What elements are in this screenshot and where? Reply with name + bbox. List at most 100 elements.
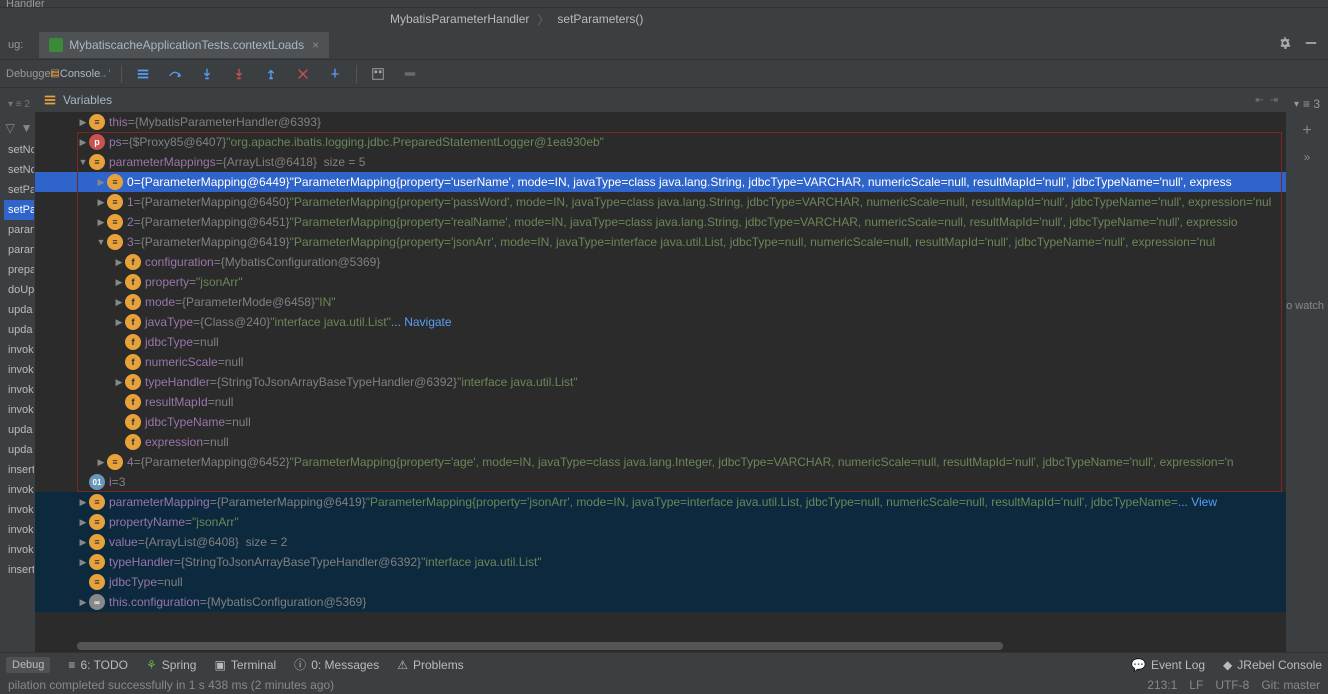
expand-icon[interactable]: ⇥ <box>1270 95 1278 106</box>
variables-tree[interactable]: ▶≡ this = {MybatisParameterHandler@6393}… <box>35 112 1286 652</box>
funnel-icon[interactable]: ▼ <box>21 121 33 135</box>
threads-icon[interactable] <box>132 63 154 85</box>
more-button[interactable]: » <box>1296 146 1318 168</box>
spring-tool-window[interactable]: ⚘Spring <box>146 658 196 672</box>
var-pm-0[interactable]: ▶≡ 0 = {ParameterMapping@6449} "Paramete… <box>35 172 1286 192</box>
status-message: pilation completed successfully in 1 s 4… <box>8 678 334 692</box>
object-icon: ≡ <box>107 234 123 250</box>
trace-icon[interactable] <box>399 63 421 85</box>
run-to-cursor-icon[interactable] <box>324 63 346 85</box>
frame-item[interactable]: upda <box>4 440 34 460</box>
messages-tool-window[interactable]: ⓘ0: Messages <box>294 656 379 673</box>
frame-item[interactable]: setNo <box>4 140 34 160</box>
status-line-sep[interactable]: LF <box>1189 678 1203 692</box>
frame-item[interactable]: invok <box>4 380 34 400</box>
frame-item[interactable]: upda <box>4 300 34 320</box>
frame-item[interactable]: invok <box>4 540 34 560</box>
var-resultMapId[interactable]: ▶f resultMapId = null <box>35 392 1286 412</box>
step-into-icon[interactable] <box>196 63 218 85</box>
handler-label: Handler <box>6 0 45 10</box>
object-icon: ≡ <box>107 454 123 470</box>
var-propertyName[interactable]: ▶≡ propertyName = "jsonArr" <box>35 512 1286 532</box>
frame-item[interactable]: prepa <box>4 260 34 280</box>
breadcrumb[interactable]: MybatisParameterHandler 〉 setParameters(… <box>0 8 1328 30</box>
frame-item[interactable]: paran <box>4 240 34 260</box>
editor-tabs: ug: MybatiscacheApplicationTests.context… <box>0 30 1328 60</box>
problems-tool-window[interactable]: ⚠Problems <box>397 658 463 672</box>
object-icon: ≡ <box>89 574 105 590</box>
minimize-icon[interactable] <box>1304 36 1318 53</box>
frame-item[interactable]: paran <box>4 220 34 240</box>
frame-item[interactable]: setPa <box>4 180 34 200</box>
var-typeHandler2[interactable]: ▶≡ typeHandler = {StringToJsonArrayBaseT… <box>35 552 1286 572</box>
close-icon[interactable]: × <box>312 38 319 52</box>
breadcrumb-method[interactable]: setParameters() <box>557 12 643 26</box>
field-icon: f <box>125 294 141 310</box>
var-configuration[interactable]: ▶f configuration = {MybatisConfiguration… <box>35 252 1286 272</box>
var-property[interactable]: ▶f property = "jsonArr" <box>35 272 1286 292</box>
scrollbar-thumb[interactable] <box>77 642 1003 650</box>
step-over-icon[interactable] <box>164 63 186 85</box>
status-git[interactable]: Git: master <box>1261 678 1320 692</box>
frame-item[interactable]: setPa <box>4 200 34 220</box>
field-icon: f <box>125 374 141 390</box>
jrebel-icon: ◆ <box>1223 658 1232 672</box>
frame-item[interactable]: doUp <box>4 280 34 300</box>
drop-frame-icon[interactable] <box>292 63 314 85</box>
frame-item[interactable]: invok <box>4 340 34 360</box>
frame-item[interactable]: invok <box>4 400 34 420</box>
debug-toolbar: Debugger ▤ Console →' <box>0 60 1328 88</box>
var-parameterMappings[interactable]: ▼≡ parameterMappings = {ArrayList@6418} … <box>35 152 1286 172</box>
var-typeHandler[interactable]: ▶f typeHandler = {StringToJsonArrayBaseT… <box>35 372 1286 392</box>
jrebel-tool-window[interactable]: ◆JRebel Console <box>1223 658 1322 672</box>
var-this-configuration[interactable]: ▶∞ this.configuration = {MybatisConfigur… <box>35 592 1286 612</box>
frame-item[interactable]: insert <box>4 460 34 480</box>
force-step-into-icon[interactable] <box>228 63 250 85</box>
var-javaType[interactable]: ▶f javaType = {Class@240} "interface jav… <box>35 312 1286 332</box>
console-tab[interactable]: ▤ Console <box>64 63 86 85</box>
add-watch-button[interactable]: + <box>1296 120 1318 142</box>
gear-icon[interactable] <box>1278 36 1292 53</box>
step-out-icon[interactable] <box>260 63 282 85</box>
var-jdbcType[interactable]: ▶f jdbcType = null <box>35 332 1286 352</box>
link-icon: ∞ <box>89 594 105 610</box>
var-parameterMapping[interactable]: ▶≡ parameterMapping = {ParameterMapping@… <box>35 492 1286 512</box>
frame-item[interactable]: upda <box>4 420 34 440</box>
scrollbar-horizontal[interactable] <box>77 642 1166 652</box>
var-numericScale[interactable]: ▶f numericScale = null <box>35 352 1286 372</box>
terminal-tool-window[interactable]: ▣Terminal <box>214 658 276 672</box>
debugger-tab[interactable]: Debugger <box>6 68 54 80</box>
tab-active[interactable]: MybatiscacheApplicationTests.contextLoad… <box>39 32 329 58</box>
var-pm-1[interactable]: ▶≡ 1 = {ParameterMapping@6450} "Paramete… <box>35 192 1286 212</box>
spring-icon: ⚘ <box>146 658 157 672</box>
var-expression[interactable]: ▶f expression = null <box>35 432 1286 452</box>
todo-tool-window[interactable]: ≡6: TODO <box>68 658 128 672</box>
var-pm-4[interactable]: ▶≡ 4 = {ParameterMapping@6452} "Paramete… <box>35 452 1286 472</box>
evaluate-icon[interactable] <box>367 63 389 85</box>
var-jdbcTypeName[interactable]: ▶f jdbcTypeName = null <box>35 412 1286 432</box>
run-config-icon <box>49 38 63 52</box>
status-line-col[interactable]: 213:1 <box>1147 678 1177 692</box>
filter-icon[interactable]: ▽ <box>5 121 14 135</box>
breadcrumb-class[interactable]: MybatisParameterHandler <box>390 12 529 26</box>
var-pm-2[interactable]: ▶≡ 2 = {ParameterMapping@6451} "Paramete… <box>35 212 1286 232</box>
collapse-icon[interactable]: ⇤ <box>1255 95 1263 106</box>
var-pm-3[interactable]: ▼≡ 3 = {ParameterMapping@6419} "Paramete… <box>35 232 1286 252</box>
event-log-tool-window[interactable]: 💬Event Log <box>1131 658 1205 672</box>
frame-item[interactable]: invok <box>4 520 34 540</box>
object-icon: ≡ <box>89 554 105 570</box>
frame-item[interactable]: upda <box>4 320 34 340</box>
var-value[interactable]: ▶≡ value = {ArrayList@6408} size = 2 <box>35 532 1286 552</box>
debug-tool-window[interactable]: Debug <box>6 657 50 673</box>
var-this[interactable]: ▶≡ this = {MybatisParameterHandler@6393} <box>35 112 1286 132</box>
frame-item[interactable]: insert <box>4 560 34 580</box>
var-ps[interactable]: ▶p ps = {$Proxy85@6407} "org.apache.ibat… <box>35 132 1286 152</box>
var-i[interactable]: ▶01 i = 3 <box>35 472 1286 492</box>
frame-item[interactable]: invok <box>4 360 34 380</box>
var-jdbcType2[interactable]: ▶≡ jdbcType = null <box>35 572 1286 592</box>
frame-item[interactable]: invok <box>4 480 34 500</box>
var-mode[interactable]: ▶f mode = {ParameterMode@6458} "IN" <box>35 292 1286 312</box>
frame-item[interactable]: setNo <box>4 160 34 180</box>
status-encoding[interactable]: UTF-8 <box>1215 678 1249 692</box>
frame-item[interactable]: invok <box>4 500 34 520</box>
